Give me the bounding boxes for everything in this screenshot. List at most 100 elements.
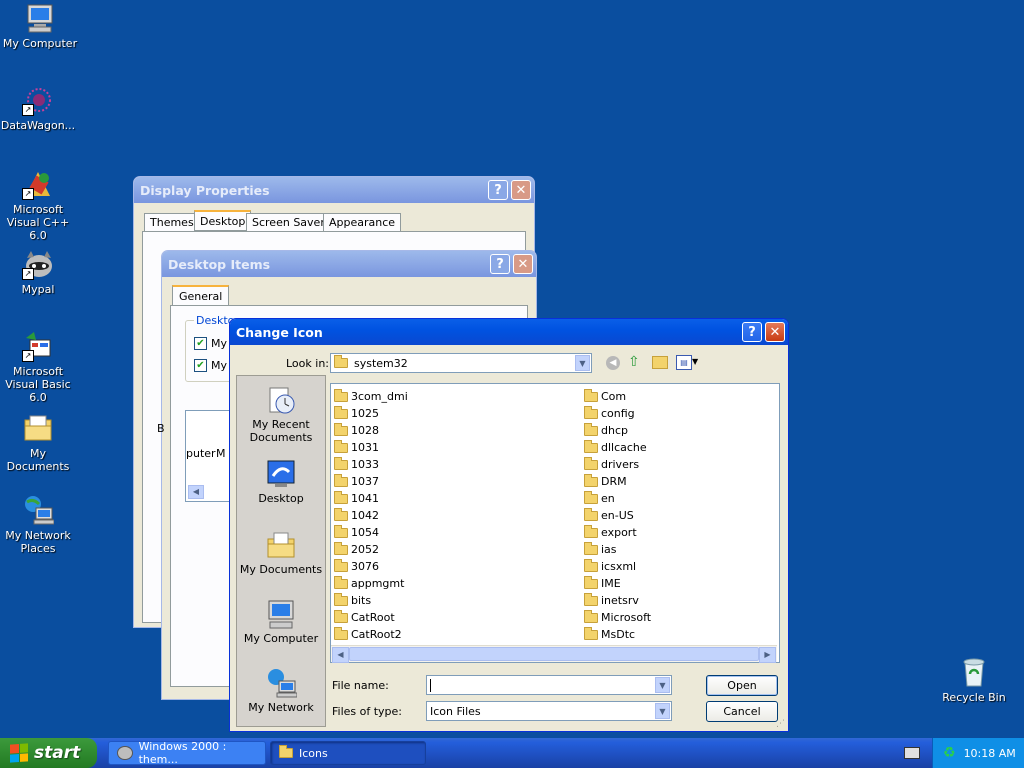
taskbar-item-windows-2000[interactable]: Windows 2000 : them... [108,740,266,766]
folder-list-item[interactable]: appmgmt [334,575,408,592]
place-recent-documents[interactable]: My Recent Documents [237,384,325,444]
folder-list-item[interactable]: ias [584,541,651,558]
folder-list-item[interactable]: 1028 [334,422,408,439]
desktop-icon-visual-basic[interactable]: ↗ Microsoft Visual Basic 6.0 [0,330,78,404]
folder-list-item[interactable]: CatRoot2 [334,626,408,643]
folder-list-item[interactable]: 2052 [334,541,408,558]
desktop-icon-my-network-places[interactable]: My Network Places [0,494,78,555]
folder-icon [584,609,598,623]
up-folder-button[interactable]: ⇧ [628,354,640,370]
folder-list-item[interactable]: 1031 [334,439,408,456]
folder-name: 3com_dmi [351,390,408,403]
folder-list-item[interactable]: dllcache [584,439,651,456]
folder-list-item[interactable]: en [584,490,651,507]
place-my-documents[interactable]: My Documents [237,529,325,576]
folder-list-item[interactable]: en-US [584,507,651,524]
resize-grip[interactable]: ⋰ [776,719,785,729]
folder-icon [584,558,598,572]
clock[interactable]: 10:18 AM [964,747,1016,760]
cancel-button[interactable]: Cancel [706,701,778,722]
place-my-computer[interactable]: My Computer [237,598,325,645]
desktop-icon-visual-cpp[interactable]: ↗ Microsoft Visual C++ 6.0 [0,168,78,242]
close-button[interactable]: ✕ [511,180,531,200]
recycle-tray-icon[interactable]: ♻ [943,745,956,761]
desktop-icon-recycle-bin[interactable]: Recycle Bin [934,656,1014,704]
desktop-icon-mypal[interactable]: ↗ Mypal [0,248,78,296]
folder-list-item[interactable]: 1054 [334,524,408,541]
close-button[interactable]: ✕ [765,322,785,342]
folder-icon [584,575,598,589]
files-of-type-select[interactable]: Icon Files ▼ [426,701,672,721]
folder-list-item[interactable]: 3076 [334,558,408,575]
folder-list-item[interactable]: 1025 [334,405,408,422]
folder-list-item[interactable]: Microsoft [584,609,651,626]
help-button[interactable]: ? [488,180,508,200]
chevron-down-icon[interactable]: ▼ [655,703,670,719]
chevron-down-icon[interactable]: ▼ [655,677,670,693]
folder-list-item[interactable]: 3com_dmi [334,388,408,405]
tab-desktop[interactable]: Desktop [194,210,252,231]
window-titlebar[interactable]: Change Icon ? ✕ [230,319,788,345]
desktop-icon-my-documents[interactable]: My Documents [0,412,78,473]
desktop-icon-datawagon[interactable]: ↗ DataWagon... [0,84,78,132]
folder-icon [334,490,348,504]
folder-icon [334,507,348,521]
scroll-left-button[interactable]: ◀ [188,485,204,499]
folder-list-item[interactable]: config [584,405,651,422]
folder-list-item[interactable]: 1037 [334,473,408,490]
folder-name: dllcache [601,441,647,454]
folder-list-item[interactable]: drivers [584,456,651,473]
folder-list-item[interactable]: export [584,524,651,541]
folder-list-item[interactable]: icsxml [584,558,651,575]
checkbox-my-computer[interactable]: ✔ My [194,337,227,350]
window-titlebar[interactable]: Desktop Items ? ✕ [162,251,536,277]
tab-themes[interactable]: Themes [144,213,200,232]
tab-appearance[interactable]: Appearance [323,213,402,232]
place-desktop[interactable]: Desktop [237,458,325,505]
keyboard-icon[interactable] [904,747,920,759]
window-titlebar[interactable]: Display Properties ? ✕ [134,177,534,203]
datawagon-icon: ↗ [22,84,54,116]
chevron-down-icon[interactable]: ▼ [692,357,698,366]
folder-list-item[interactable]: Com [584,388,651,405]
scroll-left-button[interactable]: ◀ [332,647,349,663]
folder-list-item[interactable]: inetsrv [584,592,651,609]
folder-list-item[interactable]: IME [584,575,651,592]
file-name-input[interactable]: ▼ [426,675,672,695]
folder-list-item[interactable]: CatRoot [334,609,408,626]
place-label: My Computer [243,632,319,645]
tab-general[interactable]: General [172,285,230,307]
close-button[interactable]: ✕ [513,254,533,274]
open-button[interactable]: Open [706,675,778,696]
checkbox-my-documents[interactable]: ✔ My [194,359,227,372]
views-menu-button[interactable]: ▤ [676,355,692,370]
horizontal-scrollbar[interactable]: ◀ ▶ [331,645,777,663]
folder-list-item[interactable]: DRM [584,473,651,490]
tab-screen-saver[interactable]: Screen Saver [246,213,331,232]
folder-name: 1033 [351,458,379,471]
back-button[interactable]: ◀ [606,356,620,370]
folder-list-item[interactable]: 1042 [334,507,408,524]
look-in-combo[interactable]: system32 ▼ [330,353,592,373]
chevron-down-icon[interactable]: ▼ [575,355,590,371]
file-list[interactable]: 3com_dmi 1025 1028 1031 1033 1037 1041 1042 1054… [330,383,780,663]
new-folder-button[interactable] [652,356,668,369]
folder-list-item[interactable]: MsDtc [584,626,651,643]
folder-list-item[interactable]: 1041 [334,490,408,507]
scrollbar-thumb[interactable] [349,647,759,661]
window-title: Display Properties [140,182,270,198]
desktop-icon-label: Microsoft Visual Basic 6.0 [5,365,71,404]
start-button[interactable]: start [0,738,97,768]
folder-icon [279,745,293,758]
folder-list-item[interactable]: dhcp [584,422,651,439]
help-button[interactable]: ? [490,254,510,274]
scroll-right-button[interactable]: ▶ [759,647,776,663]
help-button[interactable]: ? [742,322,762,342]
folder-list-item[interactable]: bits [334,592,408,609]
folder-list-item[interactable]: 1033 [334,456,408,473]
my-computer-icon [265,598,297,630]
taskbar-item-icons[interactable]: Icons [270,741,426,765]
place-my-network[interactable]: My Network [237,667,325,714]
folder-name: 1028 [351,424,379,437]
desktop-icon-my-computer[interactable]: My Computer [0,2,80,50]
